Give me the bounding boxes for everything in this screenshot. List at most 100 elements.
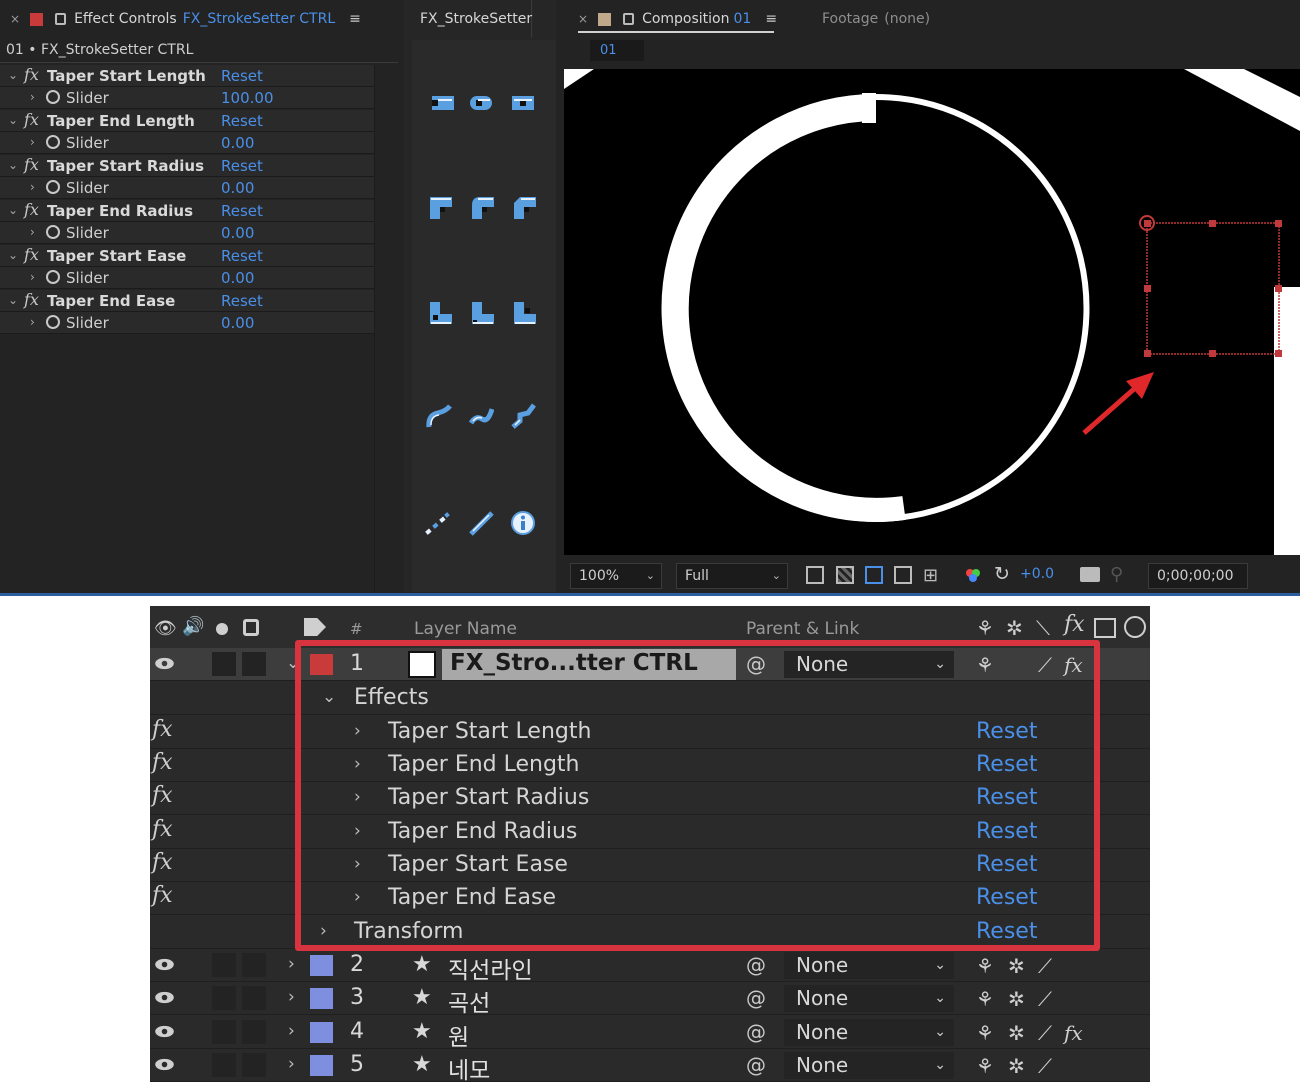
reset-link[interactable]: Reset (976, 719, 1037, 744)
stopwatch-icon[interactable] (46, 315, 60, 329)
reset-link[interactable]: Reset (221, 202, 263, 220)
param-row-slider[interactable]: › Slider 0.00 (0, 177, 374, 199)
reset-link[interactable]: Reset (976, 919, 1037, 944)
reset-link[interactable]: Reset (976, 852, 1037, 877)
shy-icon[interactable]: ⚘ (976, 616, 994, 640)
chevron-right-icon[interactable]: › (354, 787, 361, 807)
fx-icon[interactable]: fx (24, 110, 39, 129)
fx-icon[interactable]: fx (24, 245, 39, 264)
param-row-slider[interactable]: › Slider 0.00 (0, 312, 374, 334)
quality-switch-icon[interactable]: ⟋ (1038, 987, 1052, 1011)
layer-name[interactable]: 원 (448, 1018, 469, 1052)
effects-switch-icon[interactable]: fx (1064, 1021, 1083, 1045)
layer-label-color[interactable] (310, 1022, 333, 1043)
dashed-line-icon[interactable] (424, 510, 450, 536)
bounds-handle[interactable] (1144, 285, 1151, 292)
quality-switch-icon[interactable]: ⟋ (1038, 1054, 1052, 1078)
guides-icon[interactable] (894, 566, 912, 584)
effect-row-taper-start-ease[interactable]: ⌄ fx Taper Start Ease Reset (0, 245, 374, 267)
lock-icon[interactable] (243, 619, 259, 636)
shy-switch-icon[interactable]: ⚘ (976, 1021, 994, 1045)
chevron-down-icon[interactable]: ⌄ (8, 248, 18, 262)
zoom-dropdown[interactable]: 100% ⌄ (570, 563, 662, 589)
solo-toggle[interactable] (212, 652, 236, 676)
fx-icon[interactable]: fx (152, 717, 173, 742)
layer-name[interactable]: 곡선 (448, 984, 490, 1018)
chevron-down-icon[interactable]: ⌄ (8, 158, 18, 172)
effect-row-taper-start-radius[interactable]: ⌄ fx Taper Start Radius Reset (0, 155, 374, 177)
eye-icon[interactable] (154, 991, 175, 1004)
parent-pickwhip-icon[interactable]: @ (746, 652, 766, 676)
layer-row-2[interactable]: › 2 ★ 직선라인 @ None ⌄ ⚘ ✲ ⟋ (150, 949, 1150, 985)
parent-dropdown[interactable]: None ⌄ (784, 1019, 954, 1046)
fx-icon[interactable]: fx (152, 817, 173, 842)
chevron-right-icon[interactable]: › (354, 854, 361, 874)
slider-value[interactable]: 100.00 (221, 89, 274, 107)
reset-link[interactable]: Reset (221, 112, 263, 130)
param-row-slider[interactable]: › Slider 0.00 (0, 267, 374, 289)
chevron-right-icon[interactable]: › (30, 270, 35, 284)
eye-icon[interactable] (154, 1025, 175, 1038)
chevron-right-icon[interactable]: › (30, 180, 35, 194)
timeline-effect-row[interactable]: fx › Taper End Radius Reset (150, 816, 1150, 849)
chevron-down-icon[interactable]: ⌄ (8, 293, 18, 307)
bounds-handle[interactable] (1275, 350, 1282, 357)
taper-end-cap-icon[interactable] (510, 90, 536, 116)
fx-icon[interactable]: fx (152, 783, 173, 808)
quality-switch-icon[interactable]: ⟋ (1038, 653, 1052, 677)
reset-exposure-icon[interactable]: ↻ (994, 563, 1010, 585)
lock-toggle[interactable] (242, 1020, 266, 1044)
bounds-handle[interactable] (1209, 350, 1216, 357)
layer-label-color[interactable] (310, 988, 333, 1009)
selected-square-bounds[interactable] (1146, 222, 1280, 355)
parent-pickwhip-icon[interactable]: @ (746, 1020, 766, 1044)
layer-row-4[interactable]: › 4 ★ 원 @ None ⌄ ⚘ ✲ ⟋ fx (150, 1016, 1150, 1052)
eye-icon[interactable] (154, 657, 175, 670)
collapse-switch-icon[interactable]: ✲ (1008, 1021, 1025, 1045)
parent-pickwhip-icon[interactable]: @ (746, 986, 766, 1010)
reset-link[interactable]: Reset (976, 785, 1037, 810)
timeline-effect-row[interactable]: fx › Taper Start Length Reset (150, 716, 1150, 749)
show-snapshot-icon[interactable]: ⚲ (1110, 564, 1123, 585)
layer-row-3[interactable]: › 3 ★ 곡선 @ None ⌄ ⚘ ✲ ⟋ (150, 982, 1150, 1018)
timeline-effect-row[interactable]: fx › Taper Start Ease Reset (150, 849, 1150, 882)
chevron-down-icon[interactable]: ⌄ (322, 687, 336, 707)
layer-row-5[interactable]: › 5 ★ 네모 @ None ⌄ ⚘ ✲ ⟋ (150, 1049, 1150, 1084)
fx-strokesetter-tab[interactable]: FX_StrokeSetter (404, 0, 532, 38)
parent-dropdown[interactable]: None ⌄ (784, 952, 954, 979)
transform-group-row[interactable]: › Transform Reset (150, 916, 1150, 949)
effect-row-taper-start-length[interactable]: ⌄ fx Taper Start Length Reset (0, 65, 374, 87)
collapse-switch-icon[interactable]: ✲ (1008, 987, 1025, 1011)
reset-link[interactable]: Reset (976, 885, 1037, 910)
lock-toggle[interactable] (242, 986, 266, 1010)
fx-icon[interactable]: fx (24, 290, 39, 309)
layer-label-color[interactable] (310, 654, 333, 675)
wave-stroke-icon[interactable] (426, 403, 452, 429)
label-tag-icon[interactable] (304, 618, 326, 636)
grid-icon[interactable]: ⊞ (923, 565, 938, 586)
composition-subtab[interactable]: 01 (590, 40, 644, 61)
solo-toggle[interactable] (212, 1020, 236, 1044)
taper-round-cap-icon[interactable] (468, 90, 494, 116)
chevron-down-icon[interactable]: ⌄ (8, 68, 18, 82)
motion-blur-icon[interactable] (1124, 616, 1146, 638)
lock-icon[interactable] (55, 13, 67, 25)
layer-name[interactable]: 직선라인 (448, 951, 533, 985)
solo-toggle[interactable] (212, 1053, 236, 1077)
close-icon[interactable]: × (578, 12, 588, 26)
fx-icon[interactable]: fx (24, 200, 39, 219)
chevron-right-icon[interactable]: › (354, 754, 361, 774)
bounds-handle[interactable] (1275, 220, 1282, 227)
parent-dropdown[interactable]: None ⌄ (784, 985, 954, 1012)
param-row-slider[interactable]: › Slider 0.00 (0, 132, 374, 154)
reset-link[interactable]: Reset (221, 67, 263, 85)
region-of-interest-icon[interactable] (806, 566, 824, 584)
projecting-cap-icon[interactable] (470, 300, 496, 326)
chevron-right-icon[interactable]: › (354, 721, 361, 741)
effects-switch-icon[interactable]: fx (1064, 612, 1085, 637)
chevron-right-icon[interactable]: › (354, 887, 361, 907)
solo-icon[interactable] (216, 623, 228, 635)
footage-tab[interactable]: Footage (none) (822, 0, 930, 38)
timeline-effect-row[interactable]: fx › Taper End Ease Reset (150, 882, 1150, 915)
layer-row-1[interactable]: ⌄ 1 FX_Stro...tter CTRL @ None ⌄ ⚘ ⟋ fx (150, 648, 1150, 681)
